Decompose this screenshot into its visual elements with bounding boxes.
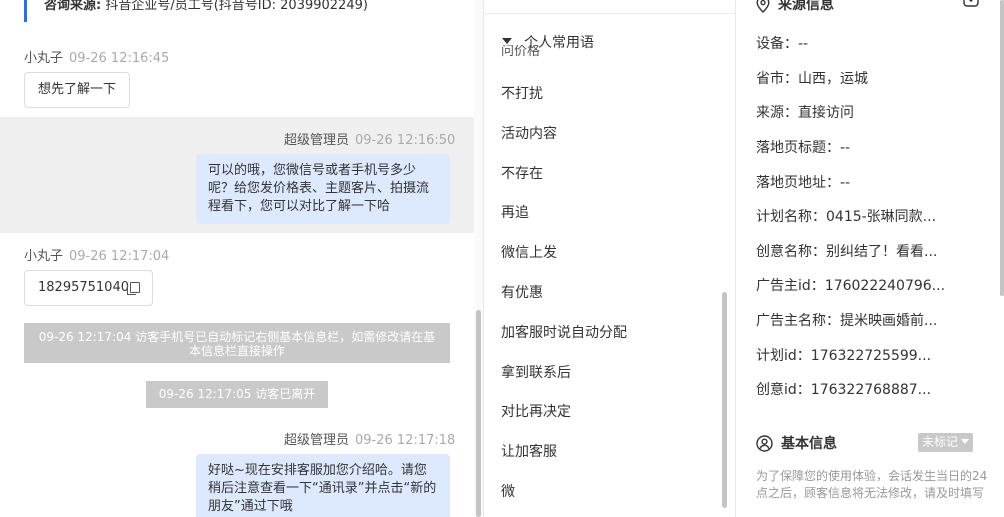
message-text: 好哒~现在安排客服加您介绍哈。请您稍后注意查看一下“通讯录”并点击“新的朋友”通… [208,463,437,514]
visitor-bubble[interactable]: 18295751040 [24,270,153,306]
phrase-item[interactable]: 有优惠 [501,282,543,302]
info-field-advertiser-name: 广告主名称：提米映画婚前... [756,313,938,329]
message-meta: 小丸子 09-26 12:16:45 [24,47,169,66]
source-card-accent [24,0,27,22]
phrase-item[interactable]: 拿到联系后 [501,362,571,382]
message-text: 可以的哦，您微信号或者手机号多少呢？给您发价格表、主题客片、拍摄流程看下，您可以… [208,163,430,214]
phrases-panel: 个人常用语 问价格 不打扰 活动内容 不存在 再追 微信上发 有优惠 加客服时说… [483,0,735,517]
info-field-device: 设备：-- [756,36,809,52]
message-meta: 超级管理员 09-26 12:16:50 [284,129,455,148]
info-field-landing-url: 落地页地址：-- [756,175,851,191]
lock-icon[interactable] [962,0,980,8]
visitor-bubble[interactable]: 想先了解一下 [24,72,131,108]
source-card-value: 抖音企业号/员工号(抖音号ID: 2039902249) [105,0,368,13]
sender-name: 超级管理员 [284,433,350,448]
chat-panel: 咨询来源: 抖音企业号/员工号(抖音号ID: 2039902249) 小丸子 09… [0,0,474,517]
sender-name: 小丸子 [24,51,64,66]
phrase-item[interactable]: 活动内容 [501,123,557,143]
phrase-item-clipped[interactable]: 问价格 [501,45,540,57]
location-pin-icon [756,0,770,13]
sender-name: 小丸子 [24,249,64,264]
phrase-item[interactable]: 让加客服 [501,441,557,461]
info-panel: 来源信息 设备：-- 省市：山西，运城 来源：直接访问 落地页标题：-- 落地页… [735,0,1004,517]
message-text: 18295751040 [38,280,129,295]
admin-bubble[interactable]: 好哒~现在安排客服加您介绍哈。请您稍后注意查看一下“通讯录”并点击“新的朋友”通… [196,454,450,517]
info-field-advertiser-id: 广告主id：176022240796... [756,278,946,294]
edit-hint: 为了保障您的使用体验，会话发生当日的24点之后，顾客信息将无法修改，请及时填写 [756,469,988,500]
basic-info-title: 基本信息 [781,436,837,452]
phrase-item[interactable]: 不存在 [501,163,543,183]
source-card: 咨询来源: 抖音企业号/员工号(抖音号ID: 2039902249) [0,0,450,26]
chat-scrollbar[interactable] [474,0,483,517]
phrase-item[interactable]: 不打扰 [501,83,543,103]
copy-icon[interactable] [126,282,140,295]
info-field-creative-id: 创意id：176322768887... [756,382,932,398]
divider [484,13,735,14]
message-meta: 小丸子 09-26 12:17:04 [24,245,169,264]
info-field-region: 省市：山西，运城 [756,71,868,87]
info-field-landing-title: 落地页标题：-- [756,140,851,156]
system-notice-auto-mark: 09-26 12:17:04 访客手机号已自动标记右侧基本信息栏，如需修改请在基… [24,323,450,363]
info-field-plan-name: 计划名称：0415-张琳同款... [756,209,937,225]
chat-scrollbar-thumb[interactable] [476,310,481,517]
system-notice-left: 09-26 12:17:05 访客已离开 [146,381,328,408]
message-time: 09-26 12:17:18 [355,433,456,448]
mark-status-dropdown[interactable]: 未标记 [918,433,974,452]
phrases-scrollbar-thumb[interactable] [722,292,727,508]
caret-down-icon [961,439,970,444]
message-time: 09-26 12:16:50 [355,133,456,148]
message-time: 09-26 12:16:45 [69,51,170,66]
info-scrollbar-thumb[interactable] [1000,0,1004,296]
source-card-label: 咨询来源: [44,0,102,13]
info-field-source: 来源：直接访问 [756,105,854,121]
source-info-title: 来源信息 [778,0,834,13]
caret-down-icon [502,38,512,44]
info-field-plan-id: 计划id：176322725599... [756,348,932,364]
basic-info-header: 基本信息 [756,433,837,453]
user-icon [756,434,773,452]
source-info-header: 来源信息 [756,0,834,14]
message-meta: 超级管理员 09-26 12:17:18 [284,429,455,448]
phrase-item[interactable]: 对比再决定 [501,401,571,421]
phrase-item[interactable]: 微 [501,481,515,501]
phrase-item[interactable]: 再追 [501,202,529,222]
message-text: 想先了解一下 [38,82,117,97]
phrase-item[interactable]: 加客服时说自动分配 [501,322,627,342]
admin-bubble[interactable]: 可以的哦，您微信号或者手机号多少呢？给您发价格表、主题客片、拍摄流程看下，您可以… [196,154,450,224]
mark-status-label: 未标记 [922,435,959,449]
message-time: 09-26 12:17:04 [69,249,170,264]
info-field-creative-name: 创意名称：别纠结了！看看... [756,244,938,260]
sender-name: 超级管理员 [284,133,350,148]
phrase-item[interactable]: 微信上发 [501,242,557,262]
